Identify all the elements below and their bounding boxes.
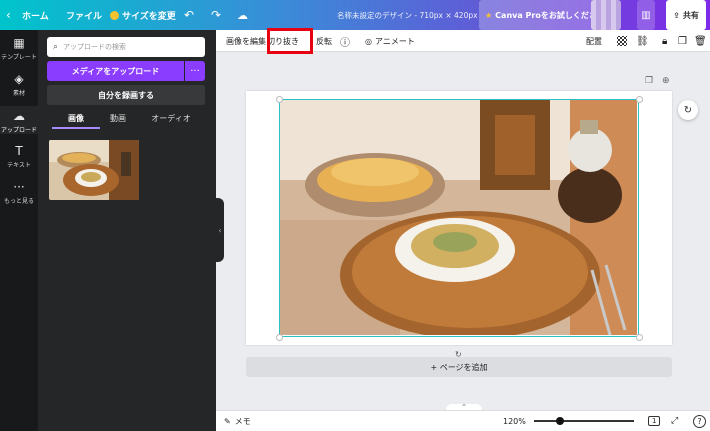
rail-label: テンプレート [1, 54, 37, 61]
share-label: 共有 [682, 10, 699, 20]
crown-icon [110, 10, 119, 20]
search-input[interactable]: ⌕ アップロードの検索 [47, 37, 205, 57]
upload-media-button[interactable]: メディアをアップロード [47, 61, 184, 81]
rail-item-elements[interactable]: ◈ 素材 [0, 72, 38, 97]
try-pro-label: Canva Proをお試しください [495, 10, 605, 20]
upload-cloud-icon: ☁ [13, 109, 25, 123]
avatar[interactable] [591, 0, 621, 30]
zoom-level[interactable]: 120% [503, 411, 526, 431]
search-placeholder: アップロードの検索 [63, 43, 127, 51]
resize-button[interactable]: サイズを変更 [110, 0, 176, 30]
rail-item-uploads[interactable]: ☁ アップロード [0, 106, 38, 134]
upload-more-button[interactable]: ··· [185, 61, 205, 81]
animate-label: アニメート [374, 36, 415, 46]
top-bar: ‹ ホーム ファイル サイズを変更 ↶ ↷ ☁ 名称未設定のデザイン - 710… [0, 0, 710, 30]
transparency-icon[interactable] [617, 36, 627, 46]
crop-highlight-box [267, 28, 313, 54]
rail-label: もっと見る [3, 198, 34, 205]
notes-label: メモ [234, 416, 251, 426]
edit-image-button[interactable]: 画像を編集 [226, 30, 266, 52]
flip-button[interactable]: 反転 [316, 30, 332, 52]
share-button[interactable]: ⇪ 共有 [666, 0, 706, 30]
zoom-slider-knob[interactable] [556, 417, 564, 425]
animate-button[interactable]: ◎ アニメート [365, 30, 415, 52]
add-page-icon[interactable]: ⊕ [662, 76, 670, 86]
trash-icon[interactable]: 🗑︎ [694, 30, 707, 52]
rail-label: アップロード [0, 127, 37, 134]
fullscreen-icon[interactable]: ⤢ [671, 411, 678, 431]
tab-images[interactable]: 画像 [52, 113, 100, 129]
notes-button[interactable]: ✎ メモ [224, 411, 251, 431]
more-icon: ··· [13, 180, 25, 194]
page-count-button[interactable]: 1 [648, 411, 661, 431]
file-menu[interactable]: ファイル [66, 0, 102, 30]
star-icon: ★ [485, 10, 493, 20]
page-number: 1 [648, 416, 661, 426]
position-button[interactable]: 配置 [586, 30, 602, 52]
text-icon: T [15, 144, 23, 158]
add-page-button[interactable]: + ページを追加 [246, 357, 672, 377]
uploads-panel: ⌕ アップロードの検索 メディアをアップロード ··· 自分を録画する 画像 動画… [38, 30, 216, 431]
duplicate-page-icon[interactable]: ❐ [645, 76, 653, 86]
document-title[interactable]: 名称未設定のデザイン - 710px × 420px [337, 0, 478, 30]
bottom-bar: ✎ メモ 120% 1 ⤢ ? [216, 410, 710, 431]
undo-icon[interactable]: ↶ [184, 0, 194, 30]
resize-handle[interactable] [276, 334, 283, 341]
zoom-slider[interactable] [534, 420, 634, 422]
resize-handle[interactable] [636, 96, 643, 103]
rail-item-templates[interactable]: ▦ テンプレート [0, 36, 38, 61]
tab-audio[interactable]: オーディオ [146, 113, 196, 129]
collapse-panel-handle[interactable]: ‹ [216, 198, 224, 262]
resize-label: サイズを変更 [122, 11, 176, 22]
lock-icon[interactable]: 🔒︎ [662, 30, 667, 52]
left-rail: ▦ テンプレート ◈ 素材 ☁ アップロード T テキスト ··· もっと見る [0, 30, 38, 431]
template-icon: ▦ [13, 36, 25, 50]
animate-icon: ◎ [365, 36, 372, 46]
redo-icon[interactable]: ↷ [211, 0, 221, 30]
notes-icon: ✎ [224, 416, 231, 426]
rail-label: テキスト [7, 162, 31, 169]
chevron-left-icon[interactable]: ‹ [6, 0, 11, 30]
selected-image[interactable] [279, 99, 639, 339]
stats-icon[interactable]: ▥ [637, 0, 655, 30]
record-yourself-button[interactable]: 自分を録画する [47, 85, 205, 105]
tab-videos[interactable]: 動画 [98, 113, 138, 129]
resize-handle[interactable] [276, 96, 283, 103]
rail-item-text[interactable]: T テキスト [0, 144, 38, 169]
duplicate-icon[interactable]: ❐ [678, 30, 687, 52]
cloud-save-icon[interactable]: ☁ [237, 0, 248, 30]
refresh-icon[interactable]: ↻ [678, 100, 698, 120]
search-icon: ⌕ [53, 42, 59, 52]
share-icon: ⇪ [673, 10, 680, 20]
shapes-icon: ◈ [14, 72, 24, 86]
link-icon[interactable]: ⛓ [636, 30, 649, 52]
help-button[interactable]: ? [693, 411, 706, 431]
resize-handle[interactable] [636, 334, 643, 341]
home-link[interactable]: ホーム [22, 0, 49, 30]
info-icon[interactable]: ⓘ [340, 30, 350, 52]
rail-item-more[interactable]: ··· もっと見る [0, 180, 38, 205]
rail-label: 素材 [12, 90, 25, 97]
uploaded-image-thumbnail[interactable] [49, 140, 139, 200]
help-icon: ? [693, 414, 706, 428]
